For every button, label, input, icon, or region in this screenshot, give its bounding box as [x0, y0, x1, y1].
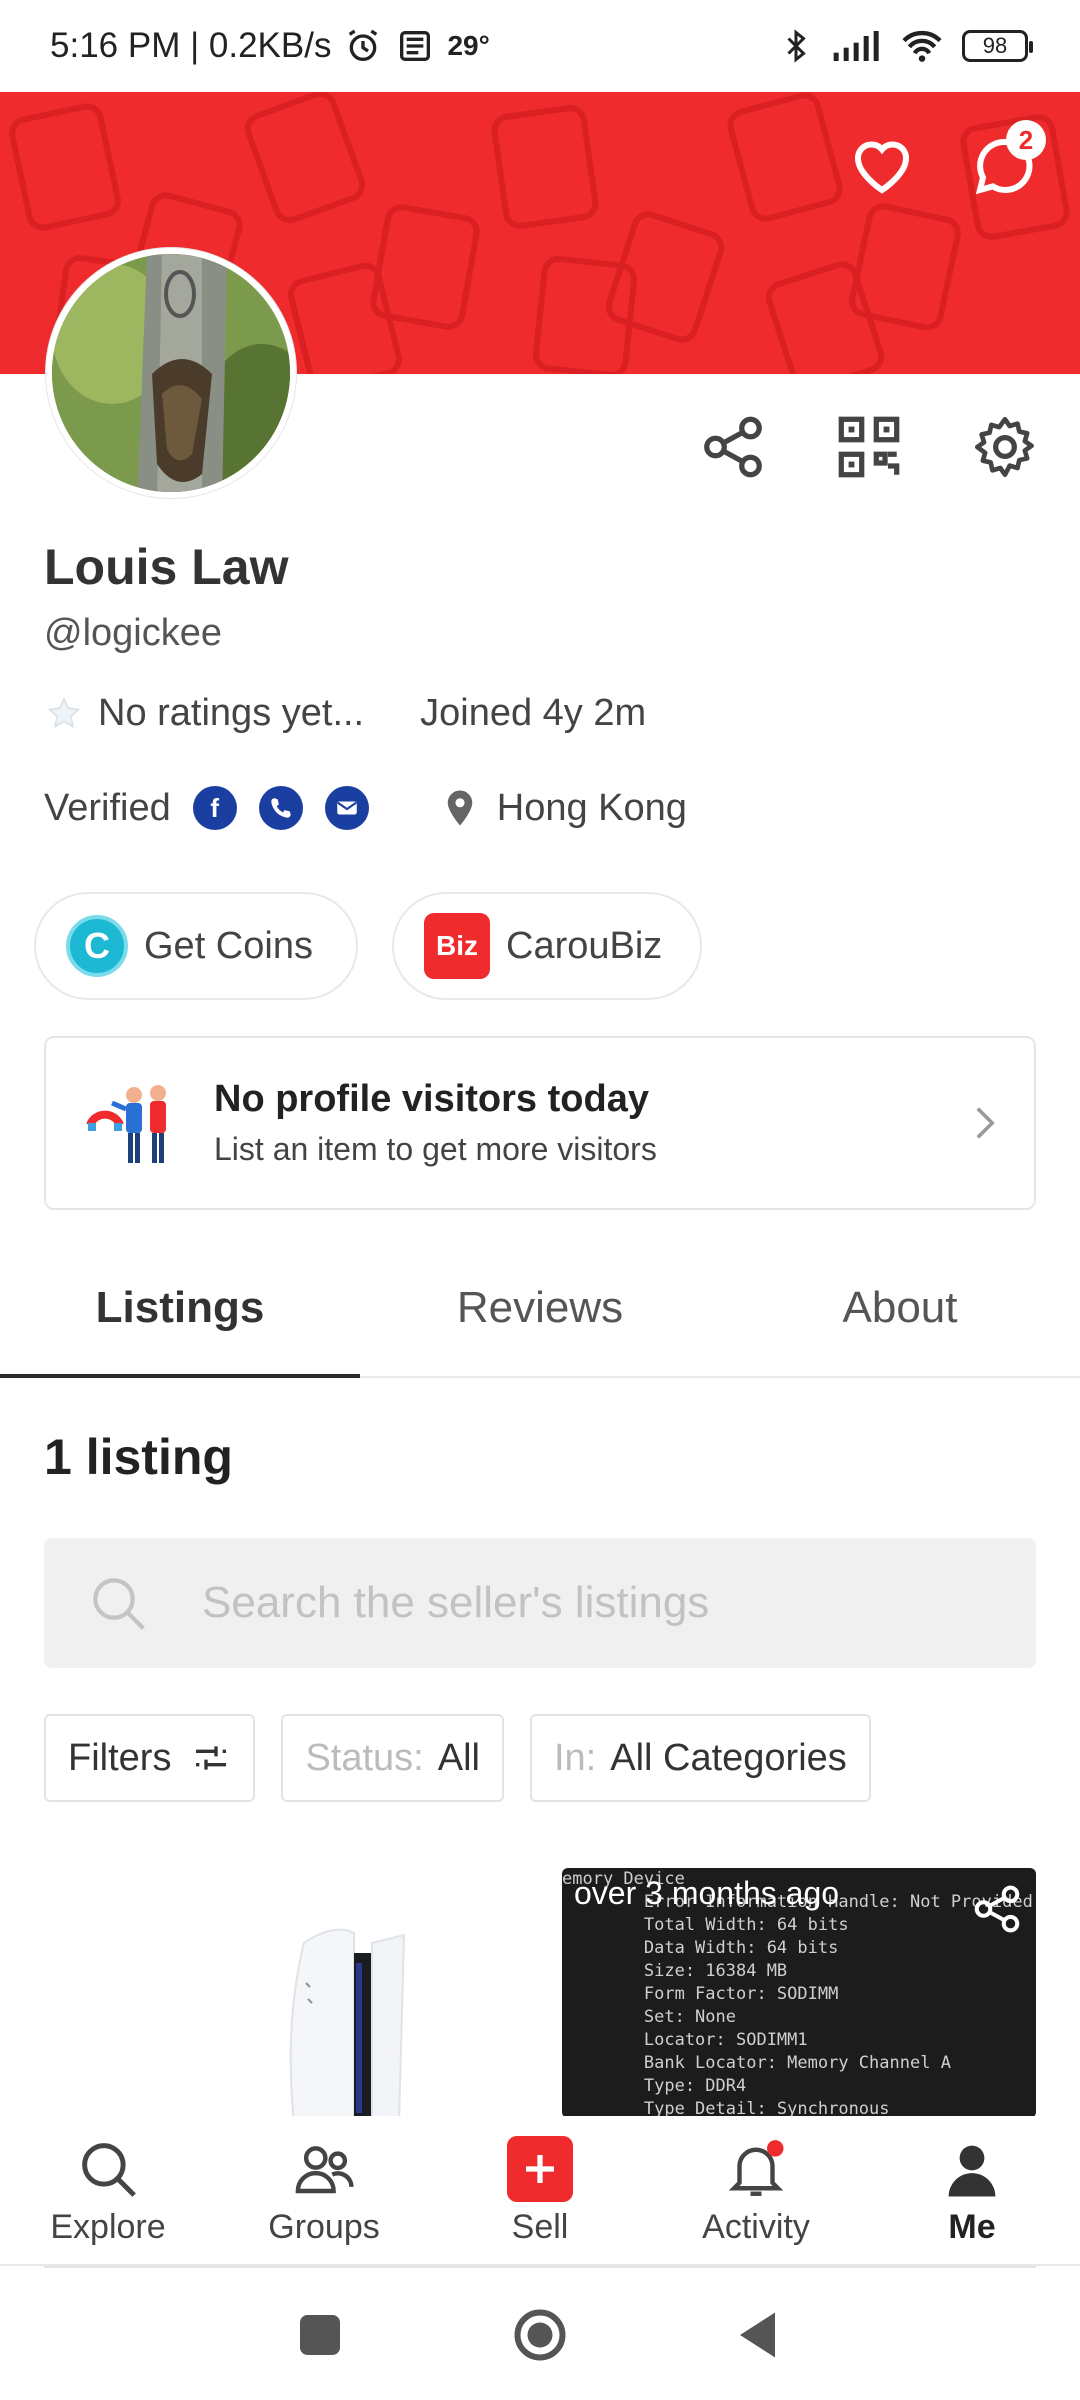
nav-sell[interactable]: Sell: [432, 2116, 648, 2266]
status-filter[interactable]: Status: All: [281, 1714, 504, 1802]
search-icon: [93, 1578, 145, 1630]
tab-reviews[interactable]: Reviews: [360, 1240, 720, 1376]
nav-divider: [44, 2266, 1036, 2268]
facebook-icon: f: [192, 786, 237, 830]
visitors-illustration-icon: [86, 1085, 166, 1163]
status-time-speed: 5:16 PM | 0.2KB/s: [50, 26, 332, 65]
location: Hong Kong: [439, 787, 687, 830]
share-icon[interactable]: [698, 412, 768, 482]
profile-actions: [698, 412, 1040, 482]
ratings-text[interactable]: No ratings yet...: [98, 692, 364, 735]
sell-button: [507, 2135, 573, 2202]
nav-groups-label: Groups: [268, 2207, 380, 2246]
search-icon: [82, 2142, 136, 2197]
status-filter-value: All: [437, 1736, 480, 1779]
search-input[interactable]: [202, 1578, 962, 1628]
profile-name: Louis Law: [44, 539, 289, 595]
profile-handle: @logickee: [44, 612, 222, 654]
nav-groups[interactable]: Groups: [216, 2116, 432, 2266]
star-icon: [47, 696, 81, 728]
recents-icon[interactable]: [290, 2305, 350, 2365]
bluetooth-icon: [787, 29, 806, 63]
get-coins-label: Get Coins: [144, 924, 313, 967]
listing-card[interactable]: [44, 1868, 518, 2118]
status-bar: 5:16 PM | 0.2KB/s 29° 98: [0, 0, 1080, 92]
status-left: 5:16 PM | 0.2KB/s 29°: [50, 26, 490, 66]
chat-badge: 2: [1006, 120, 1046, 160]
category-filter-value: All Categories: [610, 1736, 847, 1779]
chevron-right-icon: [976, 1107, 995, 1139]
coin-icon: C: [66, 915, 128, 977]
bottom-navigation: Explore Groups Sell Activity Me: [0, 2116, 1080, 2266]
tab-listings[interactable]: Listings: [0, 1240, 360, 1378]
nav-explore-label: Explore: [50, 2207, 166, 2246]
status-right: 98: [778, 28, 1033, 64]
back-icon[interactable]: [730, 2305, 790, 2365]
home-icon[interactable]: [510, 2305, 570, 2365]
email-icon: [324, 786, 369, 830]
listing-time: over 3 months ago: [574, 1875, 840, 1911]
visitors-title: No profile visitors today: [214, 1078, 649, 1120]
caroubiz-logo-icon: Biz: [424, 913, 490, 979]
caroubiz-label: CarouBiz: [506, 924, 663, 967]
chat-icon[interactable]: 2: [968, 120, 1046, 202]
filters-label: Filters: [68, 1736, 172, 1779]
nav-explore[interactable]: Explore: [0, 2116, 216, 2266]
caroubiz-button[interactable]: Biz CarouBiz: [392, 892, 702, 1000]
verified-label: Verified: [44, 786, 171, 829]
tab-about[interactable]: About: [720, 1240, 1080, 1376]
alarm-icon: [349, 29, 378, 62]
groups-icon: [295, 2145, 354, 2193]
share-icon[interactable]: [970, 1882, 1024, 1936]
avatar[interactable]: [46, 248, 296, 498]
get-coins-button[interactable]: C Get Coins: [34, 892, 358, 1000]
signal-icon: [833, 31, 879, 61]
listing-count: 1 listing: [44, 1429, 233, 1485]
listing-image-ps5: [289, 1928, 406, 2118]
nav-sell-label: Sell: [511, 2207, 569, 2246]
visitors-subtitle: List an item to get more visitors: [214, 1131, 657, 1167]
ratings-row: No ratings yet... Joined 4y 2m: [44, 692, 646, 735]
qr-code-icon[interactable]: [834, 412, 904, 482]
gear-icon[interactable]: [970, 412, 1040, 482]
bell-icon: [728, 2139, 784, 2196]
listing-card[interactable]: emory Device Error Information Handle: N…: [562, 1868, 1036, 2118]
profile-tabs: Listings Reviews About: [0, 1240, 1080, 1378]
banner-actions: 2: [846, 120, 1046, 202]
category-filter[interactable]: In: All Categories: [529, 1714, 871, 1802]
nav-me[interactable]: Me: [864, 2116, 1080, 2266]
filter-row: Filters Status: All In: All Categories: [44, 1714, 871, 1802]
status-temperature: 29°: [447, 30, 490, 61]
avatar-image: [52, 254, 290, 492]
category-filter-label: In:: [553, 1736, 597, 1779]
location-pin-icon: [447, 790, 472, 826]
joined-text: Joined 4y 2m: [420, 692, 647, 734]
wifi-icon: [902, 30, 942, 62]
status-filter-label: Status:: [305, 1736, 424, 1779]
profile-visitors-card[interactable]: No profile visitors today List an item t…: [44, 1036, 1036, 1210]
listing-search-box[interactable]: [44, 1538, 1036, 1668]
news-icon: [400, 31, 431, 61]
sliders-icon: [196, 1746, 227, 1770]
location-text: Hong Kong: [496, 786, 687, 829]
plus-icon: [526, 2154, 554, 2183]
battery-indicator: 98: [962, 30, 1033, 62]
verified-row: Verified f Hong Kong: [44, 786, 687, 830]
nav-me-label: Me: [948, 2207, 996, 2246]
nav-activity-label: Activity: [702, 2207, 810, 2246]
filters-button[interactable]: Filters: [44, 1714, 256, 1802]
person-icon: [948, 2145, 996, 2196]
listing-grid: emory Device Error Information Handle: N…: [0, 1868, 1080, 2118]
phone-icon: [258, 786, 303, 830]
heart-icon[interactable]: [846, 130, 918, 202]
system-navigation: [0, 2270, 1080, 2400]
nav-activity[interactable]: Activity: [648, 2116, 864, 2266]
visitors-text: No profile visitors today List an item t…: [214, 1078, 970, 1168]
